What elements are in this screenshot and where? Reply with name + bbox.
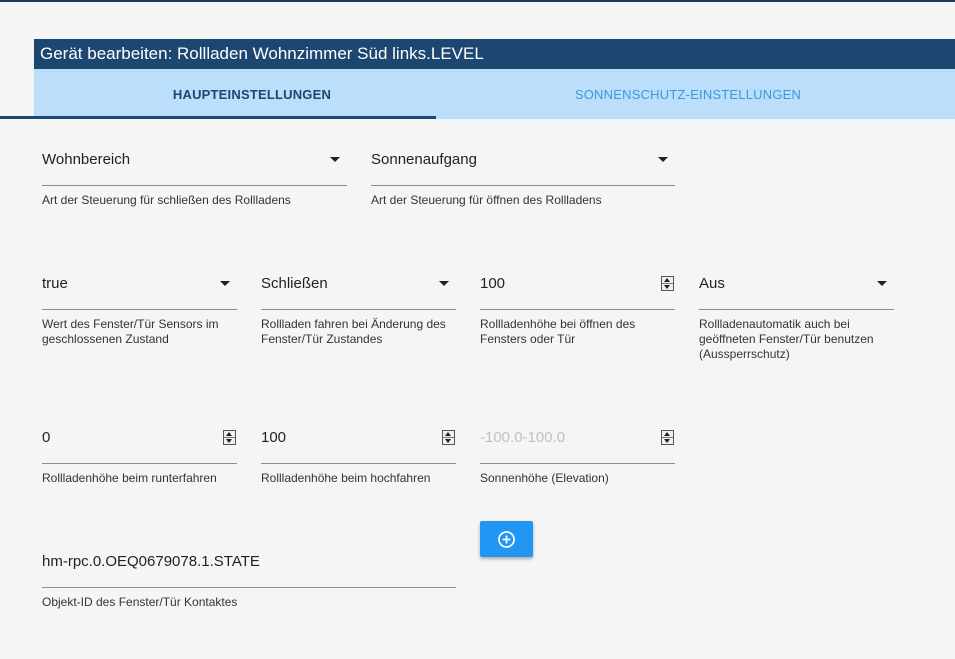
caret-down-icon[interactable] — [220, 281, 230, 286]
field-underline — [480, 309, 675, 310]
sensor-value-helper: Wert des Fenster/Tür Sensors im geschlos… — [42, 317, 219, 346]
field-underline — [261, 309, 456, 310]
caret-down-icon[interactable] — [330, 157, 340, 162]
dialog-title: Gerät bearbeiten: Rollladen Wohnzimmer S… — [34, 39, 955, 69]
field-underline — [42, 463, 237, 464]
sensor-value-value: true — [42, 275, 68, 292]
number-spinner-icon[interactable] — [661, 430, 674, 445]
height-open-window-value: 100 — [480, 275, 506, 292]
add-button[interactable] — [480, 521, 533, 557]
height-down-helper: Rollladenhöhe beim runterfahren — [42, 471, 217, 485]
tab-sun-protection-settings[interactable]: SONNENSCHUTZ-EINSTELLUNGEN — [470, 69, 906, 119]
height-up-helper: Rollladenhöhe beim hochfahren — [261, 471, 431, 485]
on-change-helper: Rollladen fahren bei Änderung des Fenste… — [261, 317, 446, 346]
height-up-value: 100 — [261, 429, 287, 446]
lockout-protection-helper: Rollladenautomatik auch bei geöffneten F… — [699, 317, 874, 361]
field-underline — [480, 463, 675, 464]
object-id-helper: Objekt-ID des Fenster/Tür Kontaktes — [42, 595, 238, 609]
number-spinner-icon[interactable] — [223, 430, 236, 445]
number-spinner-icon[interactable] — [661, 276, 674, 291]
active-tab-indicator — [0, 116, 436, 119]
tab-bar: HAUPTEINSTELLUNGEN SONNENSCHUTZ-EINSTELL… — [34, 69, 955, 119]
caret-down-icon[interactable] — [658, 157, 668, 162]
field-underline — [261, 463, 456, 464]
close-mode-helper: Art der Steuerung für schließen des Roll… — [42, 193, 291, 207]
sun-elevation-placeholder: -100.0-100.0 — [480, 429, 566, 446]
add-circle-icon — [498, 531, 515, 548]
close-mode-value: Wohnbereich — [42, 151, 131, 168]
height-open-window-helper: Rollladenhöhe bei öffnen des Fensters od… — [480, 317, 636, 346]
caret-down-icon[interactable] — [877, 281, 887, 286]
lockout-protection-value: Aus — [699, 275, 725, 292]
sun-elevation-helper: Sonnenhöhe (Elevation) — [480, 471, 609, 485]
caret-down-icon[interactable] — [439, 281, 449, 286]
open-mode-value: Sonnenaufgang — [371, 151, 477, 168]
field-underline — [42, 185, 347, 186]
field-underline — [371, 185, 675, 186]
on-change-value: Schließen — [261, 275, 328, 292]
window-top-border — [0, 0, 955, 2]
tab-main-settings[interactable]: HAUPTEINSTELLUNGEN — [34, 69, 470, 119]
field-underline — [699, 309, 894, 310]
open-mode-helper: Art der Steuerung für öffnen des Rolllad… — [371, 193, 602, 207]
height-down-value: 0 — [42, 429, 51, 446]
field-underline — [42, 587, 456, 588]
number-spinner-icon[interactable] — [442, 430, 455, 445]
field-underline — [42, 309, 237, 310]
object-id-value: hm-rpc.0.OEQ0679078.1.STATE — [42, 553, 260, 570]
